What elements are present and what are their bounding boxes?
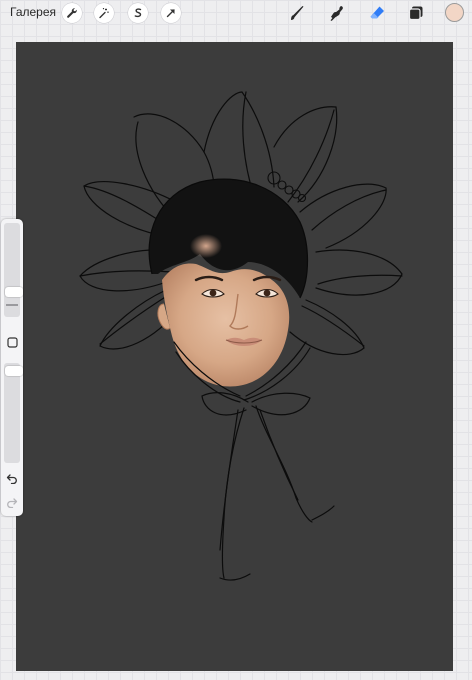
- slider-divider: [6, 304, 18, 306]
- color-picker-swatch[interactable]: [445, 3, 464, 22]
- smudge-icon[interactable]: [327, 3, 347, 23]
- undo-icon[interactable]: [4, 470, 20, 486]
- eraser-icon[interactable]: [367, 3, 387, 23]
- magic-wand-icon[interactable]: [94, 3, 114, 23]
- brush-size-slider[interactable]: [4, 223, 23, 317]
- wrench-icon[interactable]: [62, 3, 82, 23]
- top-toolbar: Галерея: [0, 0, 472, 26]
- brush-opacity-slider[interactable]: [4, 363, 23, 463]
- drawing-canvas[interactable]: [16, 42, 453, 671]
- brush-icon[interactable]: [287, 3, 307, 23]
- gallery-button[interactable]: Галерея: [10, 5, 56, 19]
- artwork: [79, 91, 403, 581]
- face: [162, 263, 290, 387]
- brush-sidebar: [1, 219, 23, 516]
- selection-s-icon[interactable]: [128, 3, 148, 23]
- redo-icon[interactable]: [4, 494, 20, 510]
- transform-arrow-icon[interactable]: [161, 3, 181, 23]
- layers-icon[interactable]: [406, 3, 426, 23]
- square-modify-icon[interactable]: [4, 334, 20, 350]
- brush-size-thumb[interactable]: [5, 287, 23, 297]
- brush-opacity-thumb[interactable]: [5, 366, 23, 376]
